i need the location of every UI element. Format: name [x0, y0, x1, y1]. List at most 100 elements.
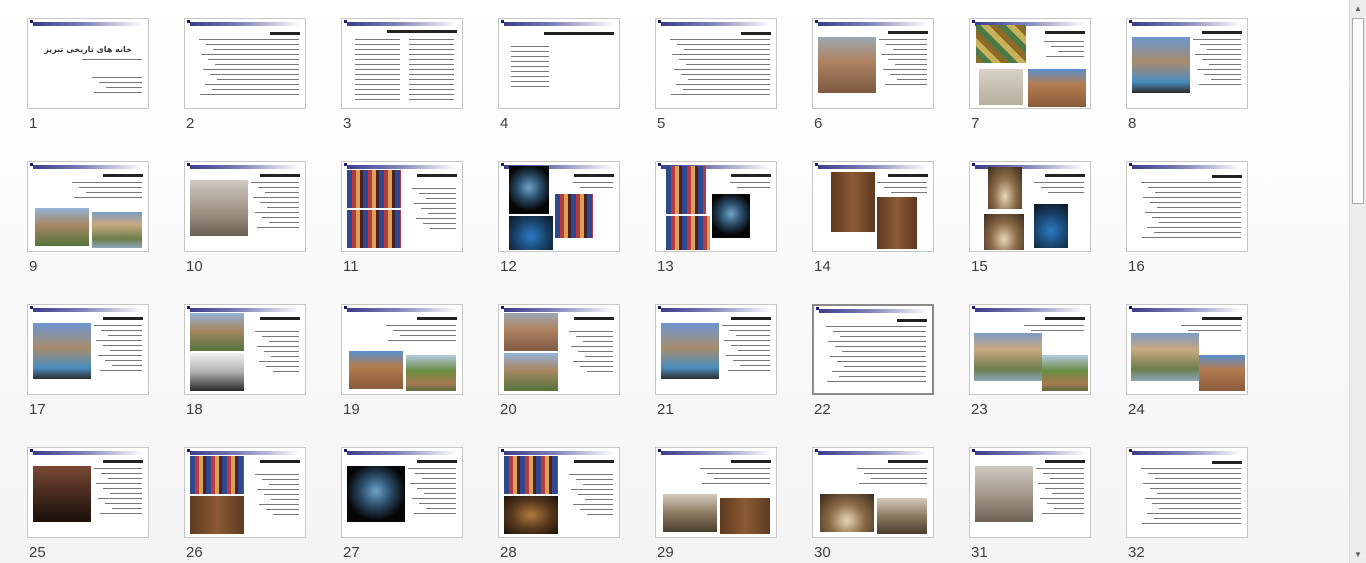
slide-image: [818, 37, 876, 93]
slide-image: [190, 313, 244, 351]
text-line: [736, 335, 770, 336]
slide-thumbnail-12[interactable]: [498, 161, 620, 252]
slide-thumbnail-25[interactable]: [27, 447, 149, 538]
text-line: [1155, 192, 1241, 193]
text-line: [100, 513, 142, 514]
slide-thumbnail-9[interactable]: [27, 161, 149, 252]
text-line: [578, 351, 613, 352]
slide-image: [1042, 355, 1088, 391]
slide-thumbnail-16[interactable]: [1126, 161, 1248, 252]
text-line: [827, 381, 926, 382]
slide-thumbnail-31[interactable]: [969, 447, 1091, 538]
text-line: [730, 182, 770, 183]
text-line: [1045, 488, 1084, 489]
slide-thumbnail-3[interactable]: [341, 18, 463, 109]
slide-thumbnail-27[interactable]: [341, 447, 463, 538]
slide-thumbnail-8[interactable]: [1126, 18, 1248, 109]
text-line: [253, 197, 299, 198]
slide-thumbnail-21[interactable]: [655, 304, 777, 395]
text-line: [686, 64, 770, 65]
slide-thumbnail-19[interactable]: [341, 304, 463, 395]
slide-logo-icon: [501, 163, 504, 166]
slide-heading: [270, 32, 300, 35]
slide-thumbnail-5[interactable]: [655, 18, 777, 109]
text-line: [681, 74, 770, 75]
scrollbar-thumb[interactable]: [1352, 18, 1364, 204]
text-line: [200, 94, 299, 95]
text-line: [587, 371, 613, 372]
text-line: [1034, 182, 1084, 183]
text-line: [355, 64, 400, 65]
text-line: [585, 499, 613, 500]
text-line: [1159, 508, 1241, 509]
slide-number-label: 11: [343, 258, 359, 275]
slide-header-bar: [661, 22, 771, 26]
slide-thumbnail-4[interactable]: [498, 18, 620, 109]
slide-thumbnail-11[interactable]: [341, 161, 463, 252]
slide-header-bar: [347, 308, 457, 312]
slide-thumbnail-29[interactable]: [655, 447, 777, 538]
text-line: [101, 330, 142, 331]
slide-image: [1132, 37, 1190, 93]
text-line: [707, 473, 770, 474]
scroll-down-icon[interactable]: ▼: [1350, 546, 1366, 563]
slide-heading: [103, 317, 143, 320]
text-line: [891, 192, 927, 193]
text-line: [98, 498, 142, 499]
slide-logo-icon: [30, 449, 33, 452]
slide-thumbnail-14[interactable]: [812, 161, 934, 252]
slide-thumbnail-22[interactable]: [812, 304, 934, 395]
text-line: [511, 61, 549, 62]
slide-number-label: 22: [814, 401, 831, 418]
text-line: [86, 192, 142, 193]
slide-thumbnail-10[interactable]: [184, 161, 306, 252]
slide-thumbnail-23[interactable]: [969, 304, 1091, 395]
slide-image: [712, 194, 750, 238]
slide-thumbnail-2[interactable]: [184, 18, 306, 109]
slide-thumbnail-13[interactable]: [655, 161, 777, 252]
text-line: [421, 208, 456, 209]
slide-thumbnail-18[interactable]: [184, 304, 306, 395]
text-line: [108, 478, 142, 479]
scroll-up-icon[interactable]: ▲: [1350, 0, 1366, 17]
slide-header-bar: [1132, 451, 1242, 455]
text-line: [857, 468, 927, 469]
slide-thumbnail-6[interactable]: [812, 18, 934, 109]
slide-header-bar: [347, 451, 457, 455]
text-line: [859, 483, 927, 484]
slide-heading: [417, 317, 457, 320]
vertical-scrollbar[interactable]: ▲ ▼: [1349, 0, 1366, 563]
text-line: [409, 94, 454, 95]
text-line: [105, 503, 142, 504]
slide-number-label: 12: [500, 258, 517, 275]
slide-image: [190, 456, 244, 494]
slide-thumbnail-15[interactable]: [969, 161, 1091, 252]
slide-heading: [1212, 175, 1242, 178]
slide-sorter-pane: خانه های تاریخی تبریز 1 2 3 4 5 6 7 8 9 10 11 12 13 14…: [0, 0, 1349, 563]
slide-thumbnail-24[interactable]: [1126, 304, 1248, 395]
slide-thumbnail-32[interactable]: [1126, 447, 1248, 538]
slide-thumbnail-30[interactable]: [812, 447, 934, 538]
text-line: [1204, 74, 1241, 75]
slide-logo-icon: [30, 20, 33, 23]
slide-image: [877, 197, 917, 249]
text-line: [110, 350, 142, 351]
slide-image: [1199, 355, 1245, 391]
slide-thumbnail-7[interactable]: [969, 18, 1091, 109]
slide-thumbnail-17[interactable]: [27, 304, 149, 395]
text-line: [576, 336, 613, 337]
text-line: [1058, 51, 1084, 52]
text-line: [409, 99, 454, 100]
slide-thumbnail-28[interactable]: [498, 447, 620, 538]
slide-thumbnail-1[interactable]: خانه های تاریخی تبریز: [27, 18, 149, 109]
slide-thumbnail-26[interactable]: [184, 447, 306, 538]
text-line: [419, 503, 456, 504]
text-line: [269, 341, 299, 342]
text-line: [871, 478, 927, 479]
slide-thumbnail-20[interactable]: [498, 304, 620, 395]
text-line: [262, 479, 299, 480]
slide-heading: [574, 317, 614, 320]
text-line: [580, 509, 613, 510]
slide-image: [1131, 333, 1199, 381]
text-line: [511, 81, 549, 82]
